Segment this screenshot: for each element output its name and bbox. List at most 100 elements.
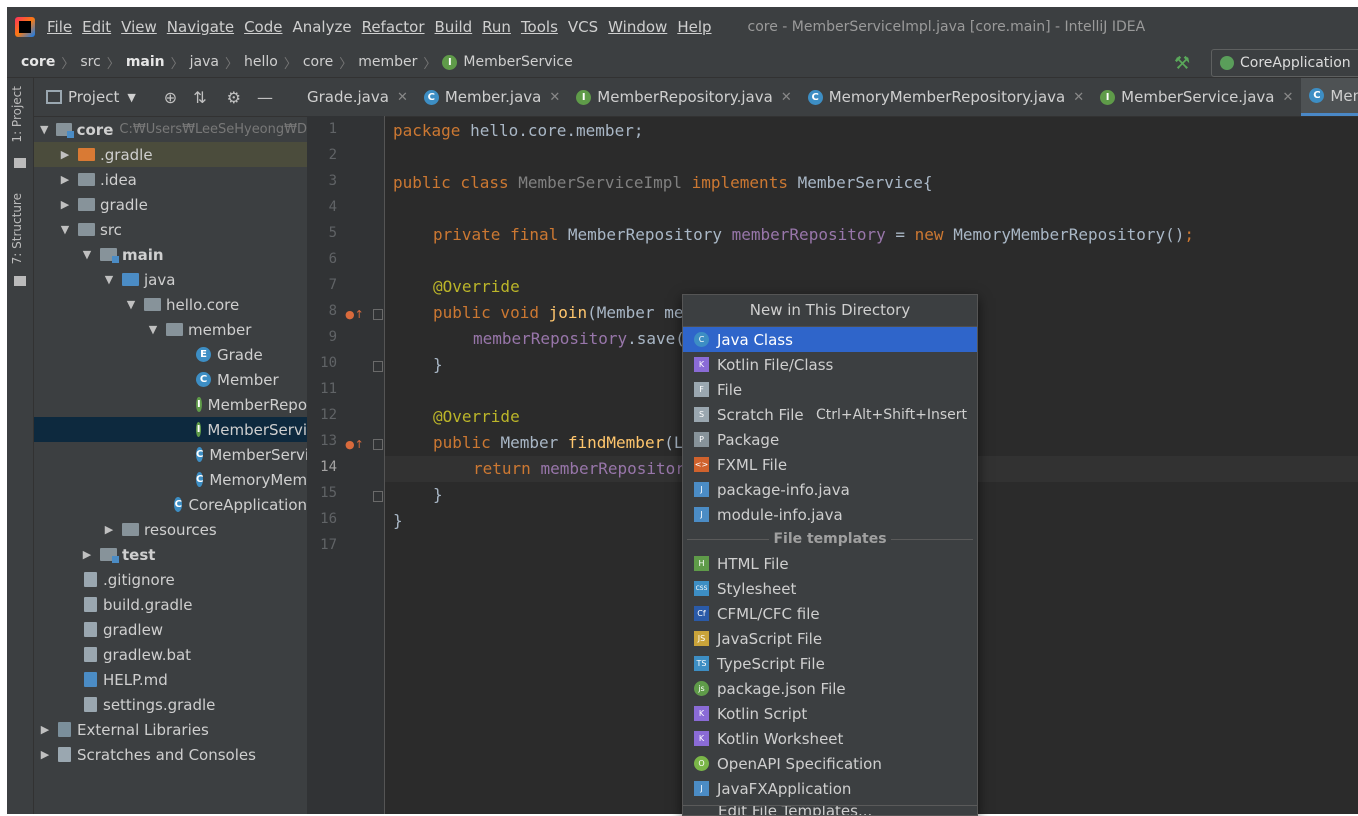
locate-icon[interactable]: ⊕ xyxy=(164,88,177,107)
breadcrumb-memberservice[interactable]: MemberService xyxy=(463,54,572,70)
tab-memory-member-repository[interactable]: C MemoryMemberRepository.java ✕ xyxy=(800,78,1092,116)
menu-window[interactable]: Window xyxy=(608,18,667,36)
tree-row-build-gradle[interactable]: build.gradle xyxy=(34,592,307,617)
tree-row-core[interactable]: ▼ core C:₩Users₩LeeSeHyeong₩D xyxy=(34,117,307,142)
breadcrumb-src[interactable]: src xyxy=(80,54,100,70)
build-hammer-icon[interactable]: ⚒ xyxy=(1174,53,1194,74)
tree-row-gradle[interactable]: ▶ gradle xyxy=(34,192,307,217)
chevron-down-icon[interactable]: ▼ xyxy=(58,223,72,236)
popup-item-javascript-file[interactable]: JS JavaScript File xyxy=(683,626,977,651)
fold-icon[interactable] xyxy=(373,361,383,372)
tree-row-idea[interactable]: ▶ .idea xyxy=(34,167,307,192)
menu-analyze[interactable]: Analyze xyxy=(292,18,351,36)
menu-code[interactable]: Code xyxy=(244,18,282,36)
tab-member-repository[interactable]: I MemberRepository.java ✕ xyxy=(568,78,799,116)
tree-row-hello-core[interactable]: ▼ hello.core xyxy=(34,292,307,317)
fold-icon[interactable] xyxy=(373,309,383,320)
popup-item-package[interactable]: P Package xyxy=(683,427,977,452)
chevron-down-icon[interactable]: ▼ xyxy=(124,298,138,311)
tree-row-gradlew[interactable]: gradlew xyxy=(34,617,307,642)
menu-vcs[interactable]: VCS xyxy=(568,18,598,36)
tree-row-core-application[interactable]: C CoreApplication xyxy=(34,492,307,517)
popup-item-javafx-application[interactable]: J JavaFXApplication xyxy=(683,776,977,801)
fold-icon[interactable] xyxy=(373,439,383,450)
popup-item-fxml-file[interactable]: <> FXML File xyxy=(683,452,977,477)
popup-item-java-class[interactable]: C Java Class xyxy=(683,327,977,352)
collapse-all-icon[interactable]: ⇅ xyxy=(193,88,206,107)
breadcrumb-member[interactable]: member xyxy=(358,54,417,70)
tree-row-member-class[interactable]: C Member xyxy=(34,367,307,392)
breadcrumb-java[interactable]: java xyxy=(190,54,219,70)
tab-member[interactable]: C Member.java ✕ xyxy=(416,78,568,116)
implements-marker-icon[interactable]: ●↑ xyxy=(345,308,364,321)
tree-row-member-service[interactable]: I MemberServi xyxy=(34,417,307,442)
popup-item-file[interactable]: F File xyxy=(683,377,977,402)
popup-item-scratch-file[interactable]: S Scratch File Ctrl+Alt+Shift+Insert xyxy=(683,402,977,427)
chevron-down-icon[interactable]: ▼ xyxy=(127,91,135,104)
menu-help[interactable]: Help xyxy=(677,18,711,36)
tree-row-settings-gradle[interactable]: settings.gradle xyxy=(34,692,307,717)
tree-row-src[interactable]: ▼ src xyxy=(34,217,307,242)
popup-item-module-info[interactable]: J module-info.java xyxy=(683,502,977,527)
structure-tool-tab[interactable]: 7: Structure xyxy=(10,193,24,264)
close-icon[interactable]: ✕ xyxy=(397,90,408,105)
menu-build[interactable]: Build xyxy=(435,18,473,36)
breadcrumb-core[interactable]: core xyxy=(21,54,55,70)
gear-icon[interactable]: ⚙ xyxy=(227,88,241,107)
project-view-title[interactable]: Project xyxy=(68,88,119,106)
popup-item-kotlin-worksheet[interactable]: K Kotlin Worksheet xyxy=(683,726,977,751)
menu-run[interactable]: Run xyxy=(482,18,511,36)
popup-item-package-json[interactable]: js package.json File xyxy=(683,676,977,701)
popup-item-openapi[interactable]: O OpenAPI Specification xyxy=(683,751,977,776)
popup-item-package-info[interactable]: J package-info.java xyxy=(683,477,977,502)
chevron-down-icon[interactable]: ▼ xyxy=(38,123,50,136)
tree-row-resources[interactable]: ▶ resources xyxy=(34,517,307,542)
implements-marker-icon[interactable]: ●↑ xyxy=(345,438,364,451)
popup-item-kotlin-file[interactable]: K Kotlin File/Class xyxy=(683,352,977,377)
close-icon[interactable]: ✕ xyxy=(1073,90,1084,105)
fold-icon[interactable] xyxy=(373,491,383,502)
menu-refactor[interactable]: Refactor xyxy=(362,18,425,36)
chevron-right-icon[interactable]: ▶ xyxy=(38,723,52,736)
popup-item-cfml-file[interactable]: Cf CFML/CFC file xyxy=(683,601,977,626)
menu-edit[interactable]: Edit xyxy=(82,18,111,36)
popup-item-stylesheet[interactable]: CSS Stylesheet xyxy=(683,576,977,601)
tree-row-main[interactable]: ▼ main xyxy=(34,242,307,267)
tree-row-gitignore[interactable]: .gitignore xyxy=(34,567,307,592)
chevron-right-icon[interactable]: ▶ xyxy=(80,548,94,561)
tab-grade[interactable]: Grade.java ✕ xyxy=(307,78,416,116)
menu-navigate[interactable]: Navigate xyxy=(167,18,234,36)
chevron-right-icon[interactable]: ▶ xyxy=(38,748,52,761)
tree-row-java[interactable]: ▼ java xyxy=(34,267,307,292)
chevron-down-icon[interactable]: ▼ xyxy=(102,273,116,286)
tab-member-service[interactable]: I MemberService.java ✕ xyxy=(1092,78,1301,116)
tree-row-test[interactable]: ▶ test xyxy=(34,542,307,567)
project-tool-tab[interactable]: 1: Project xyxy=(10,86,24,143)
menu-file[interactable]: File xyxy=(47,18,72,36)
menu-view[interactable]: View xyxy=(121,18,157,36)
tab-member-service-impl[interactable]: C MemberSe xyxy=(1301,78,1358,116)
tree-row-gradle-hidden[interactable]: ▶ .gradle xyxy=(34,142,307,167)
tree-row-member-service-impl[interactable]: C MemberServi xyxy=(34,442,307,467)
hide-icon[interactable]: — xyxy=(257,88,273,107)
chevron-right-icon[interactable]: ▶ xyxy=(58,148,72,161)
chevron-down-icon[interactable]: ▼ xyxy=(80,248,94,261)
breadcrumb-core-pkg[interactable]: core xyxy=(303,54,333,70)
tree-row-member-repository[interactable]: I MemberRepo xyxy=(34,392,307,417)
close-icon[interactable]: ✕ xyxy=(549,90,560,105)
tree-row-member[interactable]: ▼ member xyxy=(34,317,307,342)
tree-row-grade[interactable]: E Grade xyxy=(34,342,307,367)
tree-row-memory-member-repository[interactable]: C MemoryMem xyxy=(34,467,307,492)
chevron-right-icon[interactable]: ▶ xyxy=(58,198,72,211)
menu-tools[interactable]: Tools xyxy=(521,18,558,36)
breadcrumb-main[interactable]: main xyxy=(126,54,165,70)
tree-row-help-md[interactable]: HELP.md xyxy=(34,667,307,692)
tree-row-scratches[interactable]: ▶ Scratches and Consoles xyxy=(34,742,307,767)
breadcrumb-hello[interactable]: hello xyxy=(244,54,278,70)
chevron-right-icon[interactable]: ▶ xyxy=(58,173,72,186)
run-configuration-selector[interactable]: CoreApplication xyxy=(1211,49,1358,77)
tree-row-gradlew-bat[interactable]: gradlew.bat xyxy=(34,642,307,667)
popup-item-kotlin-script[interactable]: K Kotlin Script xyxy=(683,701,977,726)
popup-item-html-file[interactable]: H HTML File xyxy=(683,551,977,576)
tree-row-external-libraries[interactable]: ▶ External Libraries xyxy=(34,717,307,742)
